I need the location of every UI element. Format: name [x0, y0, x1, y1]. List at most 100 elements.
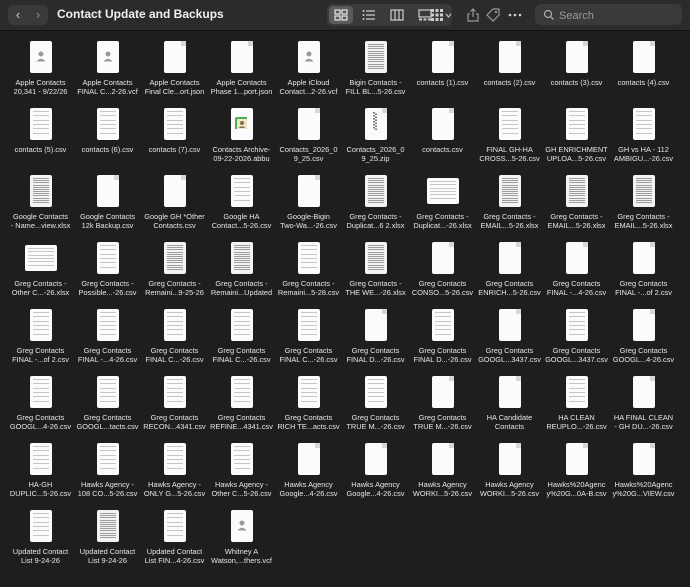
file-item[interactable]: Apple iCloud Contact...2-26.vcf — [275, 38, 342, 105]
file-item[interactable]: Contacts_2026_0 9_25.csv — [275, 105, 342, 172]
file-item[interactable]: HA CLEAN REUPLO...-26.csv — [543, 373, 610, 440]
file-item[interactable]: Contacts Archive- 09-22-2026.abbu — [208, 105, 275, 172]
file-item[interactable]: Greg Contacts GOOGL...tacts.csv — [74, 373, 141, 440]
file-item[interactable]: Greg Contacts - Remaini...Updated — [208, 239, 275, 306]
file-item[interactable]: Greg Contacts FINAL D...-26.csv — [409, 306, 476, 373]
file-item[interactable]: Whitney A Watson,...thers.vcf — [208, 507, 275, 574]
file-item[interactable]: Google GH *Other Contacts.csv — [141, 172, 208, 239]
list-view-button[interactable] — [357, 6, 381, 24]
file-item[interactable]: FINAL GH-HA CROSS...5-26.csv — [476, 105, 543, 172]
file-item[interactable]: Greg Contacts GOOGL...3437.csv — [543, 306, 610, 373]
file-item[interactable]: GH ENRICHMENT UPLOA...5-26.csv — [543, 105, 610, 172]
file-item[interactable]: contacts (4).csv — [610, 38, 677, 105]
file-item[interactable]: Greg Contacts FINAL C...-26.csv — [141, 306, 208, 373]
search-input[interactable] — [557, 6, 679, 25]
file-item[interactable]: Hawks Agency Google...4-26.csv — [342, 440, 409, 507]
file-item[interactable]: Greg Contacts FINAL -...4-26.csv — [543, 239, 610, 306]
file-name-label: Greg Contacts FINAL C...-26.csv — [145, 346, 204, 364]
file-item[interactable]: HA-GH DUPLIC...5-26.csv — [7, 440, 74, 507]
file-item[interactable]: Greg Contacts - Duplicat...6 2.xlsx — [342, 172, 409, 239]
file-item[interactable]: Hawks Agency Google...4-26.csv — [275, 440, 342, 507]
file-name-label: Contacts_2026_0 9_25.zip — [346, 145, 405, 163]
file-item[interactable]: Greg Contacts - EMAIL...5-26.xlsx — [610, 172, 677, 239]
file-item[interactable]: contacts (7).csv — [141, 105, 208, 172]
file-item[interactable]: contacts (2).csv — [476, 38, 543, 105]
file-item[interactable]: Bigin Contacts - FILL BL...5-26.csv — [342, 38, 409, 105]
file-item[interactable]: Greg Contacts - Possible...-26.csv — [74, 239, 141, 306]
share-button[interactable] — [462, 4, 484, 26]
person-icon — [237, 520, 247, 531]
contact-card-file-icon — [298, 41, 320, 73]
file-item[interactable]: Updated Contact List FIN...4-26.csv — [141, 507, 208, 574]
file-item[interactable]: Hawks%20Agenc y%20G...0A-B.csv — [543, 440, 610, 507]
file-item[interactable]: GH vs HA - 112 AMBIGU...-26.csv — [610, 105, 677, 172]
group-by-button[interactable] — [427, 4, 455, 26]
search-field[interactable] — [535, 4, 682, 25]
file-item[interactable]: Greg Contacts - Other C...-26.xlsx — [7, 239, 74, 306]
file-name-label: Hawks%20Agenc y%20G...0A-B.csv — [546, 480, 607, 498]
forward-button[interactable]: › — [28, 5, 48, 25]
spreadsheet-file-icon — [633, 175, 655, 207]
file-name-label: Google HA Contact...5-26.csv — [211, 212, 272, 230]
file-item[interactable]: HA Candidate Contacts — [476, 373, 543, 440]
person-icon — [103, 51, 113, 62]
file-item[interactable]: Greg Contacts FINAL D...-26.csv — [342, 306, 409, 373]
file-item[interactable]: Google-Bigin Two-Wa...-26.csv — [275, 172, 342, 239]
file-item[interactable]: Updated Contact List 9-24-26 — [74, 507, 141, 574]
file-item[interactable]: contacts (6).csv — [74, 105, 141, 172]
file-item[interactable]: Greg Contacts RICH TE...acts.csv — [275, 373, 342, 440]
file-item[interactable]: Apple Contacts Phase 1...port.json — [208, 38, 275, 105]
file-item[interactable]: Greg Contacts FINAL -...4-26.csv — [74, 306, 141, 373]
file-item[interactable]: Apple Contacts 20,341 - 9/22/26 — [7, 38, 74, 105]
contact-card-file-icon — [97, 41, 119, 73]
file-item[interactable]: Greg Contacts GOOGL...4-26.csv — [610, 306, 677, 373]
file-item[interactable]: Greg Contacts GOOGL...3437.csv — [476, 306, 543, 373]
file-item[interactable]: Greg Contacts CONSO...5-26.csv — [409, 239, 476, 306]
file-item[interactable]: Google Contacts 12k Backup.csv — [74, 172, 141, 239]
file-item[interactable]: Hawks%20Agenc y%20G...VIEW.csv — [610, 440, 677, 507]
file-item[interactable]: Greg Contacts - Remaini...9-25-26 — [141, 239, 208, 306]
column-view-button[interactable] — [385, 6, 409, 24]
file-item[interactable]: Apple Contacts FINAL C...2-26.vcf — [74, 38, 141, 105]
file-name-label: Bigin Contacts - FILL BL...5-26.csv — [345, 78, 406, 96]
file-item[interactable]: Greg Contacts GOOGL...4-26.csv — [7, 373, 74, 440]
more-actions-button[interactable] — [503, 4, 527, 26]
file-item[interactable]: Greg Contacts FINAL C...-26.csv — [275, 306, 342, 373]
file-item[interactable]: Greg Contacts - Remaini...5-28.csv — [275, 239, 342, 306]
file-name-label: GH vs HA - 112 AMBIGU...-26.csv — [613, 145, 674, 163]
file-item[interactable]: Greg Contacts - EMAIL...5-26.xlsx — [476, 172, 543, 239]
file-item[interactable]: Greg Contacts REFINE...4341.csv — [208, 373, 275, 440]
file-item[interactable]: Updated Contact List 9-24-26 — [7, 507, 74, 574]
file-item[interactable]: Google Contacts - Name...view.xlsx — [7, 172, 74, 239]
file-item[interactable]: Greg Contacts FINAL -...of 2.csv — [610, 239, 677, 306]
file-item[interactable]: Greg Contacts TRUE M...-26.csv — [409, 373, 476, 440]
file-item[interactable]: Apple Contacts Final Cle...ort.json — [141, 38, 208, 105]
file-name-label: Greg Contacts - Other C...-26.xlsx — [11, 279, 70, 297]
file-item[interactable]: Hawks Agency - ONLY G...5-26.csv — [141, 440, 208, 507]
file-item[interactable]: Greg Contacts ENRICH...5-26.csv — [476, 239, 543, 306]
file-item[interactable]: Contacts_2026_0 9_25.zip — [342, 105, 409, 172]
file-item[interactable]: Hawks Agency WORKI...5-26.csv — [409, 440, 476, 507]
file-item[interactable]: contacts (3).csv — [543, 38, 610, 105]
file-item[interactable]: Greg Contacts - Duplicat...-26.xlsx — [409, 172, 476, 239]
file-item[interactable]: Greg Contacts - EMAIL...5-26.xlsx — [543, 172, 610, 239]
file-item[interactable]: Greg Contacts TRUE M...-26.csv — [342, 373, 409, 440]
file-item[interactable]: contacts.csv — [409, 105, 476, 172]
file-item[interactable]: Greg Contacts RECON...4341.csv — [141, 373, 208, 440]
file-item[interactable]: Hawks Agency - Other C...5-26.csv — [208, 440, 275, 507]
file-item[interactable]: contacts (1).csv — [409, 38, 476, 105]
spreadsheet-file-icon — [25, 245, 57, 271]
file-item[interactable]: Hawks Agency - 108 CO...5-26.csv — [74, 440, 141, 507]
file-name-label: Updated Contact List FIN...4-26.csv — [144, 547, 205, 565]
file-name-label: Greg Contacts FINAL -...of 2.csv — [12, 346, 69, 364]
file-item[interactable]: Hawks Agency WORKI...5-26.csv — [476, 440, 543, 507]
file-item[interactable]: HA FINAL CLEAN - GH DU...-26.csv — [610, 373, 677, 440]
file-item[interactable]: contacts (5).csv — [7, 105, 74, 172]
tag-button[interactable] — [482, 4, 504, 26]
file-item[interactable]: Google HA Contact...5-26.csv — [208, 172, 275, 239]
back-button[interactable]: ‹ — [8, 5, 28, 25]
file-item[interactable]: Greg Contacts FINAL -...of 2.csv — [7, 306, 74, 373]
icon-view-button[interactable] — [329, 6, 353, 24]
file-item[interactable]: Greg Contacts - THE WE...-26.xlsx — [342, 239, 409, 306]
file-item[interactable]: Greg Contacts FINAL C...-26.csv — [208, 306, 275, 373]
